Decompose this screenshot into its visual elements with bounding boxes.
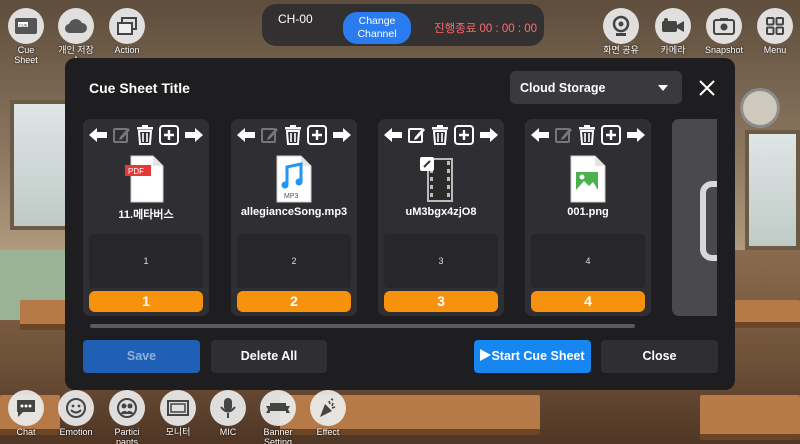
smiley-icon: [58, 390, 94, 426]
personal-storage-tool[interactable]: 개인 저장소: [55, 8, 97, 65]
card-toolbar: [88, 125, 204, 145]
dialog-title: Cue Sheet Title: [89, 80, 190, 96]
arrow-left-icon[interactable]: [383, 127, 403, 143]
classroom-window: [10, 100, 70, 230]
menu-tool[interactable]: Menu: [754, 8, 796, 55]
cue-number-button[interactable]: 4: [531, 291, 645, 312]
snapshot-tool[interactable]: Snapshot: [703, 8, 745, 55]
add-icon[interactable]: [601, 125, 621, 145]
card-toolbar: [383, 125, 499, 145]
chat-tool[interactable]: Chat: [5, 390, 47, 437]
windows-icon: [109, 8, 145, 44]
add-icon[interactable]: [307, 125, 327, 145]
classroom-window: [745, 130, 800, 250]
trash-icon[interactable]: [431, 125, 449, 145]
channel-status-bar: CH-00 Change Channel 진행종료 00 : 00 : 00: [262, 4, 544, 46]
cue-card: 001.png 4 4: [525, 119, 651, 316]
trash-icon[interactable]: [578, 125, 596, 145]
file-name: 001.png: [567, 206, 609, 218]
edit-icon[interactable]: [261, 126, 279, 144]
delete-all-button[interactable]: Delete All: [211, 340, 327, 373]
video-link-icon: [420, 157, 453, 202]
classroom-desk: [700, 395, 800, 440]
snapshot-icon: [706, 8, 742, 44]
party-popper-icon: [310, 390, 346, 426]
play-icon: [480, 349, 492, 361]
arrow-left-icon[interactable]: [236, 127, 256, 143]
participants-tool[interactable]: Partici pants: [106, 390, 148, 444]
arrow-right-icon[interactable]: [332, 127, 352, 143]
camera-tool[interactable]: 카메라: [652, 8, 694, 55]
file-name: 11.메타버스: [118, 209, 174, 221]
arrow-right-icon[interactable]: [626, 127, 646, 143]
horizontal-scrollbar[interactable]: [90, 324, 635, 328]
monitor-icon: [160, 390, 196, 426]
next-card-peek[interactable]: [672, 119, 717, 316]
svg-text:MP3: MP3: [284, 193, 299, 200]
classroom-desk: [735, 300, 800, 328]
effect-tool[interactable]: Effect: [307, 390, 349, 437]
add-icon[interactable]: [159, 125, 179, 145]
memo-field[interactable]: 1: [89, 234, 203, 288]
svg-text:PDF: PDF: [128, 167, 144, 176]
arrow-right-icon[interactable]: [479, 127, 499, 143]
action-tool[interactable]: Action: [106, 8, 148, 55]
edit-icon[interactable]: [555, 126, 573, 144]
session-timer: 진행종료 00 : 00 : 00: [434, 23, 538, 35]
pdf-file-icon: PDF: [125, 155, 164, 203]
edit-icon[interactable]: [408, 126, 426, 144]
banner-setting-tool[interactable]: Banner Setting: [257, 390, 299, 444]
screen-share-tool[interactable]: 화면 공유: [600, 8, 642, 55]
card-toolbar: [530, 125, 646, 145]
cue-number-button[interactable]: 1: [89, 291, 203, 312]
participants-icon: [109, 390, 145, 426]
emotion-tool[interactable]: Emotion: [55, 390, 97, 437]
arrow-left-icon[interactable]: [88, 127, 108, 143]
save-button[interactable]: Save: [83, 340, 200, 373]
cloud-icon: [58, 8, 94, 44]
close-icon[interactable]: [697, 78, 717, 98]
video-camera-icon: [655, 8, 691, 44]
start-cue-sheet-label: Start Cue Sheet: [491, 349, 585, 363]
chat-bubble-icon: [8, 390, 44, 426]
svg-text:CUE: CUE: [19, 23, 28, 28]
memo-field[interactable]: 2: [237, 234, 351, 288]
monitor-tool[interactable]: 모니터: [157, 390, 199, 437]
webcam-icon: [603, 8, 639, 44]
channel-label: CH-00: [278, 12, 313, 26]
microphone-icon: [210, 390, 246, 426]
avatar[interactable]: [740, 88, 780, 128]
grid-menu-icon: [757, 8, 793, 44]
card-toolbar: [236, 125, 352, 145]
cue-sheet-dialog: Cue Sheet Title Cloud Storage PDF 11.메타버…: [65, 58, 735, 390]
storage-select-value: Cloud Storage: [520, 81, 606, 95]
file-name: uM3bgx4zjO8: [405, 206, 477, 218]
start-cue-sheet-button[interactable]: Start Cue Sheet: [474, 340, 591, 373]
trash-icon[interactable]: [136, 125, 154, 145]
memo-field[interactable]: 3: [384, 234, 498, 288]
file-name: allegianceSong.mp3: [240, 206, 348, 218]
cue-sheet-icon: CUE: [8, 8, 44, 44]
arrow-left-icon[interactable]: [530, 127, 550, 143]
cue-card: PDF 11.메타버스 1 1: [83, 119, 209, 316]
mp3-file-icon: MP3: [276, 155, 312, 203]
add-card-icon: [700, 181, 717, 261]
arrow-right-icon[interactable]: [184, 127, 204, 143]
cue-card: MP3 allegianceSong.mp3 2 2: [231, 119, 357, 316]
memo-field[interactable]: 4: [531, 234, 645, 288]
mic-tool[interactable]: MIC: [207, 390, 249, 437]
close-button[interactable]: Close: [601, 340, 718, 373]
trash-icon[interactable]: [284, 125, 302, 145]
banner-icon: [260, 390, 296, 426]
add-icon[interactable]: [454, 125, 474, 145]
image-file-icon: [570, 155, 606, 203]
cue-card: uM3bgx4zjO8 3 3: [378, 119, 504, 316]
cue-number-button[interactable]: 3: [384, 291, 498, 312]
change-channel-button[interactable]: Change Channel: [343, 12, 411, 44]
cue-number-button[interactable]: 2: [237, 291, 351, 312]
storage-select[interactable]: Cloud Storage: [510, 71, 682, 104]
cue-sheet-tool[interactable]: CUE Cue Sheet: [5, 8, 47, 65]
edit-icon[interactable]: [113, 126, 131, 144]
chevron-down-icon: [658, 85, 668, 91]
